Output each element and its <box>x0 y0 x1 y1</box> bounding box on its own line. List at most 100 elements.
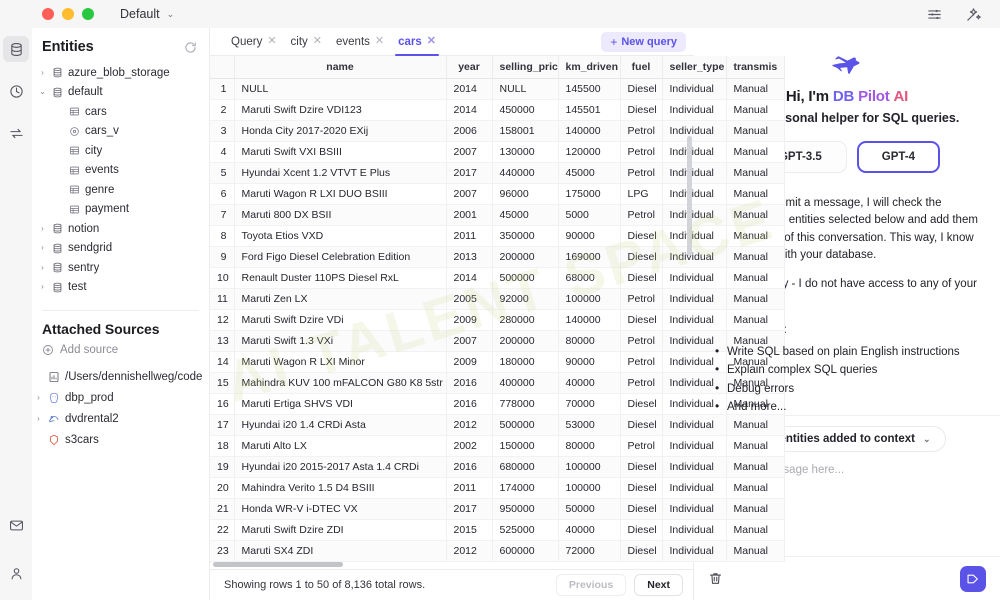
cell-seller_type[interactable]: Individual <box>662 225 727 247</box>
cell-selling_price[interactable]: 500000 <box>492 267 559 289</box>
tab-events[interactable]: events ✕ <box>329 28 391 56</box>
rail-item-mail[interactable] <box>3 512 29 538</box>
chevron-right-icon[interactable]: › <box>32 414 45 423</box>
cell-transmis[interactable]: Manual <box>726 204 785 226</box>
cell-selling_price[interactable]: 158001 <box>492 120 559 142</box>
cell-year[interactable]: 2011 <box>446 225 493 247</box>
cell-fuel[interactable]: Petrol <box>620 435 663 457</box>
source-item--Users-dennishellweg-code[interactable]: ›/Users/dennishellweg/code <box>32 366 209 387</box>
column-header-transmis[interactable]: transmis <box>726 56 785 79</box>
cell-year[interactable]: 2002 <box>446 435 493 457</box>
cell-year[interactable]: 2016 <box>446 393 493 415</box>
column-header-year[interactable]: year <box>446 56 493 79</box>
cell-name[interactable]: Maruti Wagon R LXI Minor <box>234 351 447 373</box>
cell-seller_type[interactable]: Individual <box>662 309 727 331</box>
cell-seller_type[interactable]: Individual <box>662 120 727 142</box>
cell-name[interactable]: Maruti Swift Dzire ZDI <box>234 519 447 541</box>
cell-name[interactable]: NULL <box>234 78 447 100</box>
cell-seller_type[interactable]: Individual <box>662 183 727 205</box>
cell-year[interactable]: 2015 <box>446 519 493 541</box>
tree-node-city[interactable]: ›city <box>32 141 209 161</box>
cell-km_driven[interactable]: 100000 <box>558 456 621 478</box>
cell-year[interactable]: 2017 <box>446 162 493 184</box>
cell-selling_price[interactable]: 500000 <box>492 414 559 436</box>
cell-km_driven[interactable]: 90000 <box>558 351 621 373</box>
vertical-scrollbar-thumb[interactable] <box>687 136 692 256</box>
cell-transmis[interactable]: Manual <box>726 288 785 310</box>
cell-selling_price[interactable]: 96000 <box>492 183 559 205</box>
cell-fuel[interactable]: Petrol <box>620 351 663 373</box>
cell-fuel[interactable]: Diesel <box>620 519 663 541</box>
horizontal-scrollbar-thumb[interactable] <box>213 562 343 567</box>
table-row[interactable]: 4 Maruti Swift VXI BSIII 2007 130000 120000 P… <box>210 141 785 163</box>
cell-name[interactable]: Renault Duster 110PS Diesel RxL <box>234 267 447 289</box>
tab-cars[interactable]: cars ✕ <box>391 28 443 56</box>
cell-name[interactable]: Maruti Alto LX <box>234 435 447 457</box>
tree-node-sentry[interactable]: › sentry <box>32 258 209 278</box>
cell-selling_price[interactable]: 174000 <box>492 477 559 499</box>
cell-km_driven[interactable]: 50000 <box>558 498 621 520</box>
cell-km_driven[interactable]: 100000 <box>558 477 621 499</box>
table-row[interactable]: 5 Hyundai Xcent 1.2 VTVT E Plus 2017 440000… <box>210 162 785 184</box>
chevron-right-icon[interactable]: › <box>36 263 49 272</box>
cell-year[interactable]: 2012 <box>446 414 493 436</box>
cell-name[interactable]: Ford Figo Diesel Celebration Edition <box>234 246 447 268</box>
cell-km_driven[interactable]: 68000 <box>558 267 621 289</box>
sparkles-icon[interactable] <box>965 6 982 23</box>
source-item-dbp_prod[interactable]: › dbp_prod <box>32 387 209 408</box>
cell-km_driven[interactable]: 140000 <box>558 120 621 142</box>
table-row[interactable]: 13 Maruti Swift 1.3 VXi 2007 200000 80000 Pet… <box>210 330 785 352</box>
tree-node-test[interactable]: › test <box>32 278 209 298</box>
cell-selling_price[interactable]: 778000 <box>492 393 559 415</box>
table-row[interactable]: 1 NULL 2014 NULL 145500 Diesel Individual Manua… <box>210 78 785 100</box>
cell-km_driven[interactable]: 169000 <box>558 246 621 268</box>
cell-seller_type[interactable]: Individual <box>662 498 727 520</box>
table-row[interactable]: 21 Honda WR-V i-DTEC VX 2017 950000 50000 Die… <box>210 498 785 520</box>
cell-transmis[interactable]: Manual <box>726 414 785 436</box>
tree-node-azure_blob_storage[interactable]: › azure_blob_storage <box>32 63 209 83</box>
table-row[interactable]: 18 Maruti Alto LX 2002 150000 80000 Petrol Ind… <box>210 435 785 457</box>
cell-seller_type[interactable]: Individual <box>662 435 727 457</box>
close-icon[interactable]: ✕ <box>427 36 436 47</box>
cell-transmis[interactable]: Manual <box>726 477 785 499</box>
cell-seller_type[interactable]: Individual <box>662 540 727 562</box>
cell-selling_price[interactable]: 200000 <box>492 330 559 352</box>
cell-name[interactable]: Maruti Swift Dzire VDI123 <box>234 99 447 121</box>
cell-year[interactable]: 2009 <box>446 351 493 373</box>
table-row[interactable]: 17 Hyundai i20 1.4 CRDi Asta 2012 500000 530… <box>210 414 785 436</box>
cell-km_driven[interactable]: 100000 <box>558 288 621 310</box>
model-button-GPT-4[interactable]: GPT-4 <box>856 141 941 173</box>
column-header-fuel[interactable]: fuel <box>620 56 663 79</box>
table-row[interactable]: 22 Maruti Swift Dzire ZDI 2015 525000 40000 D… <box>210 519 785 541</box>
cell-seller_type[interactable]: Individual <box>662 141 727 163</box>
cell-year[interactable]: 2007 <box>446 141 493 163</box>
refresh-icon[interactable] <box>184 41 197 54</box>
table-row[interactable]: 11 Maruti Zen LX 2005 92000 100000 Petrol Indi… <box>210 288 785 310</box>
table-row[interactable]: 2 Maruti Swift Dzire VDI123 2014 450000 1455… <box>210 99 785 121</box>
cell-km_driven[interactable]: 80000 <box>558 435 621 457</box>
cell-fuel[interactable]: Diesel <box>620 414 663 436</box>
cell-km_driven[interactable]: 90000 <box>558 225 621 247</box>
chevron-right-icon[interactable]: › <box>36 283 49 291</box>
cell-selling_price[interactable]: 92000 <box>492 288 559 310</box>
table-row[interactable]: 10 Renault Duster 110PS Diesel RxL 2014 500… <box>210 267 785 289</box>
cell-km_driven[interactable]: 140000 <box>558 309 621 331</box>
cell-year[interactable]: 2011 <box>446 477 493 499</box>
tab-Query[interactable]: Query ✕ <box>224 28 284 56</box>
table-row[interactable]: 12 Maruti Swift Dzire VDi 2009 280000 140000… <box>210 309 785 331</box>
cell-fuel[interactable]: Diesel <box>620 267 663 289</box>
tree-node-payment[interactable]: ›payment <box>32 200 209 220</box>
cell-fuel[interactable]: LPG <box>620 183 663 205</box>
cell-seller_type[interactable]: Individual <box>662 267 727 289</box>
cell-name[interactable]: Honda WR-V i-DTEC VX <box>234 498 447 520</box>
table-row[interactable]: 7Maruti 800 DX BSII2001450005000PetrolIn… <box>210 204 785 226</box>
cell-km_driven[interactable]: 53000 <box>558 414 621 436</box>
cell-fuel[interactable]: Diesel <box>620 456 663 478</box>
source-item-s3cars[interactable]: ›s3cars <box>32 429 209 450</box>
next-page-button[interactable]: Next <box>634 574 683 596</box>
cell-name[interactable]: Maruti Swift 1.3 VXi <box>234 330 447 352</box>
cell-fuel[interactable]: Petrol <box>620 141 663 163</box>
horizontal-scrollbar[interactable] <box>210 560 693 569</box>
cell-name[interactable]: Mahindra KUV 100 mFALCON G80 K8 5str <box>234 372 447 394</box>
chevron-right-icon[interactable]: › <box>36 68 49 77</box>
